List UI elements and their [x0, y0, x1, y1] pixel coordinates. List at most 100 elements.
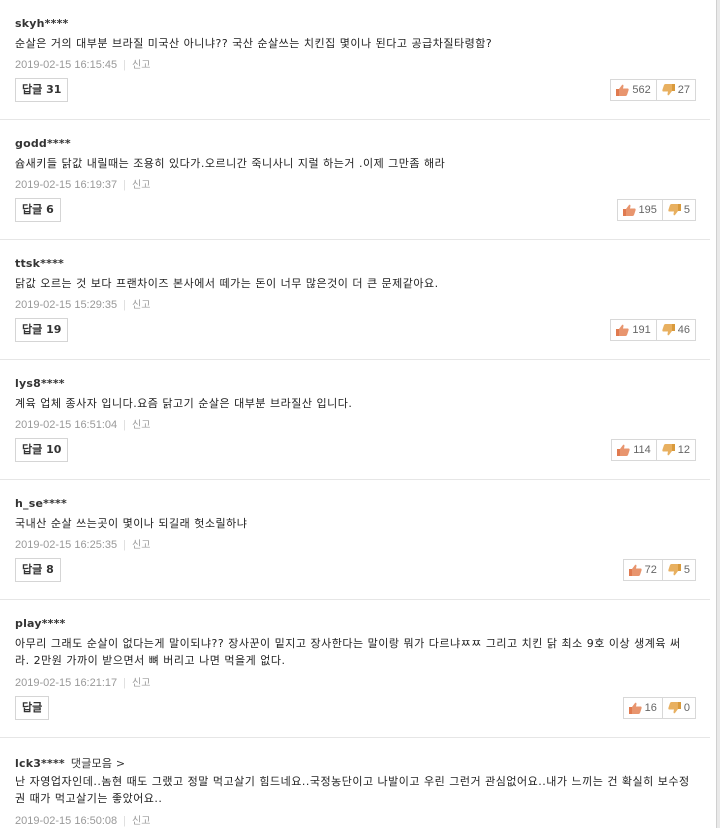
vote-box: 16 0 — [622, 697, 696, 719]
dislike-count: 5 — [683, 204, 690, 216]
dislike-count: 5 — [683, 564, 690, 576]
like-count: 191 — [632, 324, 651, 336]
comment-date: 2019-02-15 16:21:17 — [15, 677, 118, 689]
comment-text: 닭값 오르는 것 보다 프랜차이즈 본사에서 떼가는 돈이 너무 많은것이 더 … — [15, 277, 439, 290]
vote-box: 562 27 — [610, 79, 696, 101]
vote-box: 191 46 — [610, 319, 696, 341]
comment-author[interactable]: ttsk**** — [15, 257, 64, 270]
comment-text: 국내산 순살 쓰는곳이 몇이나 되길래 헛소릴하냐 — [15, 517, 248, 530]
thumbs-up-icon — [616, 84, 630, 96]
comment-author-name[interactable]: lck3**** — [15, 757, 65, 770]
like-count: 114 — [633, 444, 651, 456]
meta-divider: | — [123, 419, 127, 431]
like-button[interactable]: 72 — [624, 560, 662, 580]
comment-date: 2019-02-15 16:15:45 — [15, 59, 118, 71]
comment-text: 계육 업체 종사자 입니다.요즘 닭고기 순살은 대부분 브라질산 입니다. — [15, 397, 353, 410]
comment-meta: 2019-02-15 15:29:35 | 신고 — [15, 296, 150, 311]
comment-item: lys8**** 계육 업체 종사자 입니다.요즘 닭고기 순살은 대부분 브라… — [0, 360, 710, 480]
comment-author[interactable]: play**** — [15, 617, 66, 630]
comment-author[interactable]: skyh**** — [15, 17, 68, 30]
report-link[interactable]: 신고 — [132, 420, 150, 431]
comment-meta: 2019-02-15 16:21:17 | 신고 — [15, 674, 150, 689]
comment-text: 아무리 그래도 순살이 없다는게 말이되냐?? 장사꾼이 밑지고 장사한다는 말… — [15, 637, 681, 667]
comment-date: 2019-02-15 16:51:04 — [15, 419, 118, 431]
thumbs-down-icon — [662, 444, 675, 456]
reply-button[interactable]: 답글 19 — [15, 318, 69, 342]
thumbs-up-icon — [622, 204, 636, 216]
comment-collection-link[interactable]: 댓글모음 > — [71, 757, 125, 770]
dislike-button[interactable]: 0 — [661, 698, 695, 718]
thumbs-up-icon — [628, 564, 642, 576]
report-link[interactable]: 신고 — [132, 678, 150, 689]
comment-meta: 2019-02-15 16:19:37 | 신고 — [15, 176, 150, 191]
scrollbar-edge[interactable] — [716, 0, 720, 828]
reply-button[interactable]: 답글 10 — [15, 438, 69, 462]
comment-meta: 2019-02-15 16:15:45 | 신고 — [15, 56, 150, 71]
comment-item: play**** 아무리 그래도 순살이 없다는게 말이되냐?? 장사꾼이 밑지… — [0, 600, 710, 738]
reply-button[interactable]: 답글 — [15, 696, 50, 720]
report-link[interactable]: 신고 — [132, 300, 150, 311]
dislike-button[interactable]: 5 — [661, 200, 695, 220]
comment-item: h_se**** 국내산 순살 쓰는곳이 몇이나 되길래 헛소릴하냐 2019-… — [0, 480, 710, 600]
comment-date: 2019-02-15 15:29:35 — [15, 299, 118, 311]
dislike-button[interactable]: 46 — [655, 320, 695, 340]
reply-button[interactable]: 답글 31 — [15, 78, 69, 102]
like-button[interactable]: 191 — [611, 320, 655, 340]
comment-date: 2019-02-15 16:19:37 — [15, 179, 118, 191]
comment-author[interactable]: lck3**** 댓글모음 > — [15, 755, 125, 771]
dislike-button[interactable]: 5 — [661, 560, 695, 580]
like-button[interactable]: 16 — [624, 698, 662, 718]
like-button[interactable]: 114 — [612, 440, 656, 460]
meta-divider: | — [123, 677, 127, 689]
comment-text: 난 자영업자인데..놈현 때도 그랬고 정말 먹고살기 힘드네요..국정농단이고… — [15, 775, 690, 805]
report-link[interactable]: 신고 — [132, 816, 150, 827]
comment-date: 2019-02-15 16:50:08 — [15, 815, 118, 827]
dislike-count: 0 — [683, 702, 690, 714]
like-button[interactable]: 562 — [611, 80, 655, 100]
meta-divider: | — [123, 539, 127, 551]
comment-text: 슙새키들 닭값 내릴때는 조용히 있다가.오르니간 죽니사니 지럴 하는거 .이… — [15, 157, 446, 170]
vote-box: 72 5 — [622, 559, 696, 581]
dislike-count: 46 — [677, 324, 690, 336]
meta-divider: | — [123, 299, 127, 311]
like-count: 72 — [644, 564, 657, 576]
meta-divider: | — [123, 815, 127, 827]
thumbs-down-icon — [662, 84, 675, 96]
like-count: 562 — [632, 84, 651, 96]
vote-box: 195 5 — [616, 199, 696, 221]
like-count: 195 — [638, 204, 657, 216]
comment-item: lck3**** 댓글모음 > 난 자영업자인데..놈현 때도 그랬고 정말 먹고… — [0, 738, 710, 828]
thumbs-down-icon — [668, 204, 681, 216]
comment-meta: 2019-02-15 16:25:35 | 신고 — [15, 536, 150, 551]
thumbs-down-icon — [668, 564, 681, 576]
comment-list: skyh**** 순살은 거의 대부분 브라질 미국산 아니냐?? 국산 순살쓰… — [0, 0, 710, 828]
thumbs-down-icon — [662, 324, 675, 336]
dislike-count: 27 — [677, 84, 690, 96]
reply-button[interactable]: 답글 6 — [15, 198, 61, 222]
dislike-count: 12 — [677, 444, 690, 456]
comment-author[interactable]: lys8**** — [15, 377, 65, 390]
meta-divider: | — [123, 59, 127, 71]
report-link[interactable]: 신고 — [132, 60, 150, 71]
like-count: 16 — [644, 702, 657, 714]
dislike-button[interactable]: 12 — [655, 440, 695, 460]
vote-box: 114 12 — [611, 439, 696, 461]
reply-button[interactable]: 답글 8 — [15, 558, 61, 582]
thumbs-up-icon — [616, 324, 630, 336]
comment-item: ttsk**** 닭값 오르는 것 보다 프랜차이즈 본사에서 떼가는 돈이 너… — [0, 240, 710, 360]
meta-divider: | — [123, 179, 127, 191]
report-link[interactable]: 신고 — [132, 540, 150, 551]
comment-meta: 2019-02-15 16:50:08 | 신고 — [15, 812, 150, 827]
comment-text: 순살은 거의 대부분 브라질 미국산 아니냐?? 국산 순살쓰는 치킨집 몇이나… — [15, 37, 493, 50]
like-button[interactable]: 195 — [618, 200, 662, 220]
report-link[interactable]: 신고 — [132, 180, 150, 191]
dislike-button[interactable]: 27 — [655, 80, 695, 100]
comment-meta: 2019-02-15 16:51:04 | 신고 — [15, 416, 150, 431]
thumbs-up-icon — [628, 702, 642, 714]
comment-date: 2019-02-15 16:25:35 — [15, 539, 118, 551]
comment-author[interactable]: h_se**** — [15, 497, 67, 510]
comment-item: skyh**** 순살은 거의 대부분 브라질 미국산 아니냐?? 국산 순살쓰… — [0, 0, 710, 120]
thumbs-down-icon — [668, 702, 681, 714]
comment-author[interactable]: godd**** — [15, 137, 71, 150]
comment-item: godd**** 슙새키들 닭값 내릴때는 조용히 있다가.오르니간 죽니사니 … — [0, 120, 710, 240]
